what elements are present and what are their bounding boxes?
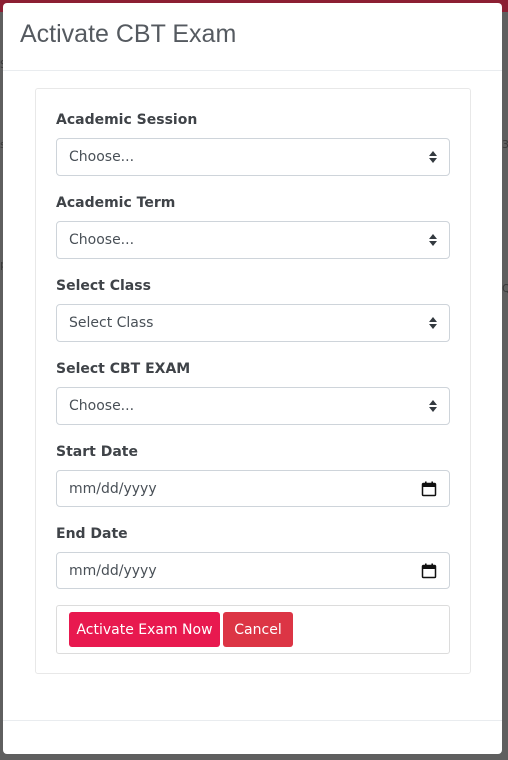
calendar-icon[interactable] xyxy=(421,481,437,497)
action-buttons-group: Activate Exam Now Cancel xyxy=(56,605,450,654)
select-cbt-exam-label: Select CBT EXAM xyxy=(56,361,191,377)
calendar-icon[interactable] xyxy=(421,563,437,579)
select-arrows-icon xyxy=(429,400,437,412)
academic-session-select[interactable]: Choose... xyxy=(56,138,450,176)
select-class-value: Select Class xyxy=(69,315,154,331)
academic-term-value: Choose... xyxy=(69,232,135,248)
academic-term-select[interactable]: Choose... xyxy=(56,221,450,259)
modal-title: Activate CBT Exam xyxy=(20,20,237,48)
end-date-input[interactable]: mm/dd/yyyy xyxy=(56,552,450,589)
start-date-label: Start Date xyxy=(56,444,138,460)
select-cbt-exam-select[interactable]: Choose... xyxy=(56,387,450,425)
end-date-placeholder: mm/dd/yyyy xyxy=(69,562,157,579)
end-date-label: End Date xyxy=(56,526,128,542)
academic-term-label: Academic Term xyxy=(56,195,176,211)
start-date-input[interactable]: mm/dd/yyyy xyxy=(56,470,450,507)
form-card: Academic Session Choose... Academic Term… xyxy=(35,88,471,674)
select-arrows-icon xyxy=(429,317,437,329)
backdrop-fragment: 3 xyxy=(502,138,508,151)
select-arrows-icon xyxy=(429,151,437,163)
select-class-label: Select Class xyxy=(56,278,151,294)
activate-exam-button[interactable]: Activate Exam Now xyxy=(69,612,220,647)
select-class-select[interactable]: Select Class xyxy=(56,304,450,342)
start-date-placeholder: mm/dd/yyyy xyxy=(69,480,157,497)
select-cbt-exam-value: Choose... xyxy=(69,398,135,414)
activate-exam-modal: Activate CBT Exam Academic Session Choos… xyxy=(3,3,502,754)
academic-session-label: Academic Session xyxy=(56,112,198,128)
select-arrows-icon xyxy=(429,234,437,246)
cancel-button[interactable]: Cancel xyxy=(223,612,293,647)
modal-footer xyxy=(3,720,502,721)
modal-header: Activate CBT Exam xyxy=(3,3,502,71)
academic-session-value: Choose... xyxy=(69,149,135,165)
backdrop-fragment: Q xyxy=(502,282,508,295)
